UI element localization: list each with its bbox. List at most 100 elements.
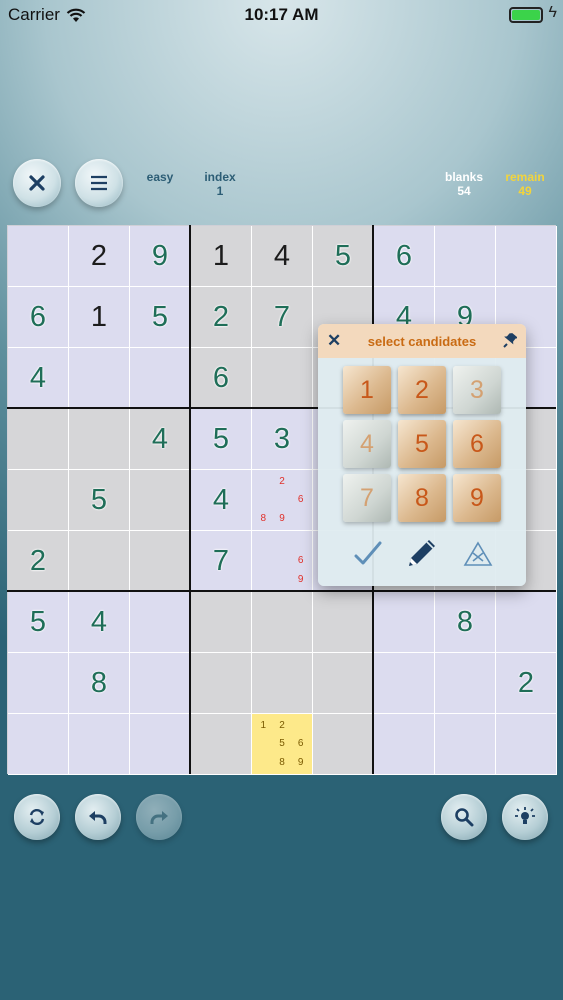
board-cell[interactable] [69,714,130,775]
board-cell[interactable]: 8 [435,592,496,653]
candidate-key-6[interactable]: 6 [453,420,501,468]
board-cell[interactable] [374,592,435,653]
board-cell[interactable] [130,592,191,653]
board-cell[interactable] [252,348,313,409]
cell-value: 5 [212,422,230,455]
clear-button[interactable] [460,537,496,571]
board-cell[interactable] [435,226,496,287]
close-icon[interactable]: ✕ [327,331,341,351]
board-cell[interactable]: 5 [313,226,374,287]
candidate-key-7[interactable]: 7 [343,474,391,522]
board-cell[interactable]: 69 [252,531,313,592]
board-cell[interactable] [435,653,496,714]
board-cell[interactable]: 6 [8,287,69,348]
pin-icon[interactable] [503,332,517,348]
candidate-mark: 8 [260,513,267,525]
board-cell[interactable] [191,653,252,714]
board-cell[interactable] [8,714,69,775]
candidate-mark [254,735,273,754]
board-cell[interactable] [191,714,252,775]
menu-button[interactable] [75,159,123,207]
cell-value: 4 [151,422,169,455]
board-cell[interactable] [8,226,69,287]
candidate-key-2[interactable]: 2 [398,366,446,414]
candidate-mark [273,570,292,589]
board-cell[interactable]: 2 [496,653,557,714]
candidate-mark: 6 [297,555,304,567]
board-cell[interactable] [130,653,191,714]
board-cell[interactable]: 6 [191,348,252,409]
cell-value: 2 [29,544,47,577]
index-label: index [204,170,236,184]
board-cell[interactable] [8,409,69,470]
redo-button[interactable] [136,794,182,840]
board-cell[interactable] [496,714,557,775]
board-cell[interactable] [130,714,191,775]
board-cell[interactable]: 1 [69,287,130,348]
board-cell[interactable] [374,653,435,714]
candidate-key-9[interactable]: 9 [453,474,501,522]
pencil-button[interactable] [402,533,442,573]
undo-button[interactable] [75,794,121,840]
board-cell[interactable]: 6 [374,226,435,287]
board-cell[interactable]: 12 5689 [252,714,313,775]
cell-value: 2 [517,666,535,699]
board-cell[interactable] [69,409,130,470]
candidate-key-8[interactable]: 8 [398,474,446,522]
board-cell[interactable] [313,592,374,653]
board-cell[interactable] [374,714,435,775]
board-cell[interactable] [496,592,557,653]
hint-button[interactable] [502,794,548,840]
board-cell[interactable]: 9 [130,226,191,287]
board-cell[interactable]: 4 [252,226,313,287]
board-cell[interactable]: 4 [69,592,130,653]
cell-value: 5 [151,300,169,333]
board-cell[interactable] [130,348,191,409]
candidate-key-4[interactable]: 4 [343,420,391,468]
board-cell[interactable] [313,653,374,714]
board-cell[interactable]: 5 [69,470,130,531]
board-cell[interactable]: 4 [8,348,69,409]
board-cell[interactable]: 2 [69,226,130,287]
board-cell[interactable]: 4 [130,409,191,470]
board-cell[interactable]: 2 [8,531,69,592]
restart-button[interactable] [14,794,60,840]
board-cell[interactable]: 7 [252,287,313,348]
board-cell[interactable] [8,653,69,714]
confirm-button[interactable] [350,537,386,571]
board-cell[interactable] [496,226,557,287]
board-cell[interactable] [69,531,130,592]
index-value: 1 [216,184,224,198]
board-cell[interactable]: 5 [8,592,69,653]
board-cell[interactable] [313,714,374,775]
board-cell[interactable]: 26 89 [252,470,313,531]
board-cell[interactable] [8,470,69,531]
board-cell[interactable]: 5 [191,409,252,470]
board-cell[interactable] [252,653,313,714]
candidate-mark [291,509,310,528]
board-cell[interactable] [191,592,252,653]
candidate-key-3[interactable]: 3 [453,366,501,414]
board-cell[interactable]: 4 [191,470,252,531]
status-time: 10:17 AM [244,5,319,24]
popup-title-bar: ✕ select candidates [318,324,526,358]
candidate-key-1[interactable]: 1 [343,366,391,414]
pencil-icon [409,540,435,566]
board-cell[interactable]: 8 [69,653,130,714]
board-cell[interactable]: 2 [191,287,252,348]
close-game-button[interactable] [13,159,61,207]
board-cell[interactable] [69,348,130,409]
board-cell[interactable] [435,714,496,775]
search-button[interactable] [441,794,487,840]
board-cell[interactable] [130,470,191,531]
board-cell[interactable]: 3 [252,409,313,470]
candidate-mark [254,533,273,552]
board-cell[interactable]: 7 [191,531,252,592]
board-cell[interactable] [130,531,191,592]
board-cell[interactable]: 5 [130,287,191,348]
board-cell[interactable]: 1 [191,226,252,287]
candidate-marks: 26 89 [254,472,310,528]
board-cell[interactable] [252,592,313,653]
candidate-mark [254,570,273,589]
candidate-key-5[interactable]: 5 [398,420,446,468]
